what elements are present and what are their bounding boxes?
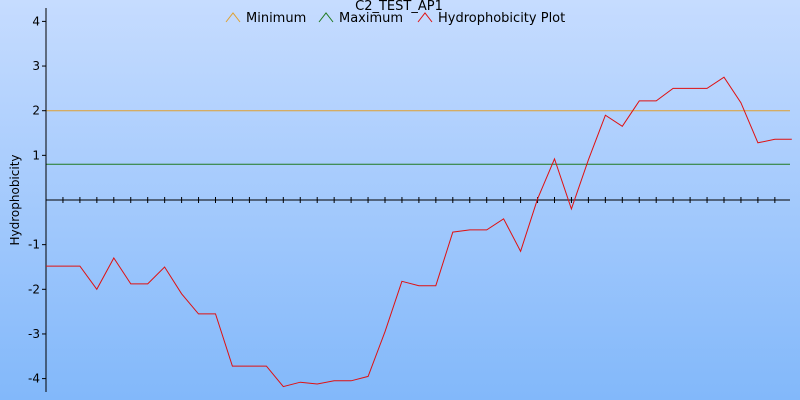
y-tick-label: -2 — [28, 282, 40, 296]
y-tick-label: -1 — [28, 238, 40, 252]
y-tick-label: 1 — [32, 148, 40, 162]
legend-label: Maximum — [339, 11, 403, 26]
legend-item: Hydrophobicity Plot — [417, 11, 565, 26]
hydrophobicity-chart: C2_TEST_AP1 Minimum Maximum Hydrophobicity… — [0, 0, 800, 400]
y-tick-label: 4 — [32, 14, 40, 28]
legend-label: Hydrophobicity Plot — [438, 11, 565, 26]
y-axis-label: Hydrophobicity — [8, 154, 22, 245]
chart-canvas: C2_TEST_AP1 Minimum Maximum Hydrophobicity… — [0, 0, 800, 400]
y-tick-label: -4 — [28, 372, 40, 386]
y-tick-label: -3 — [28, 327, 40, 341]
legend: Minimum Maximum Hydrophobicity Plot — [225, 11, 565, 26]
legend-label: Minimum — [246, 11, 306, 26]
y-tick-label: 3 — [32, 59, 40, 73]
y-tick-label: 2 — [32, 104, 40, 118]
